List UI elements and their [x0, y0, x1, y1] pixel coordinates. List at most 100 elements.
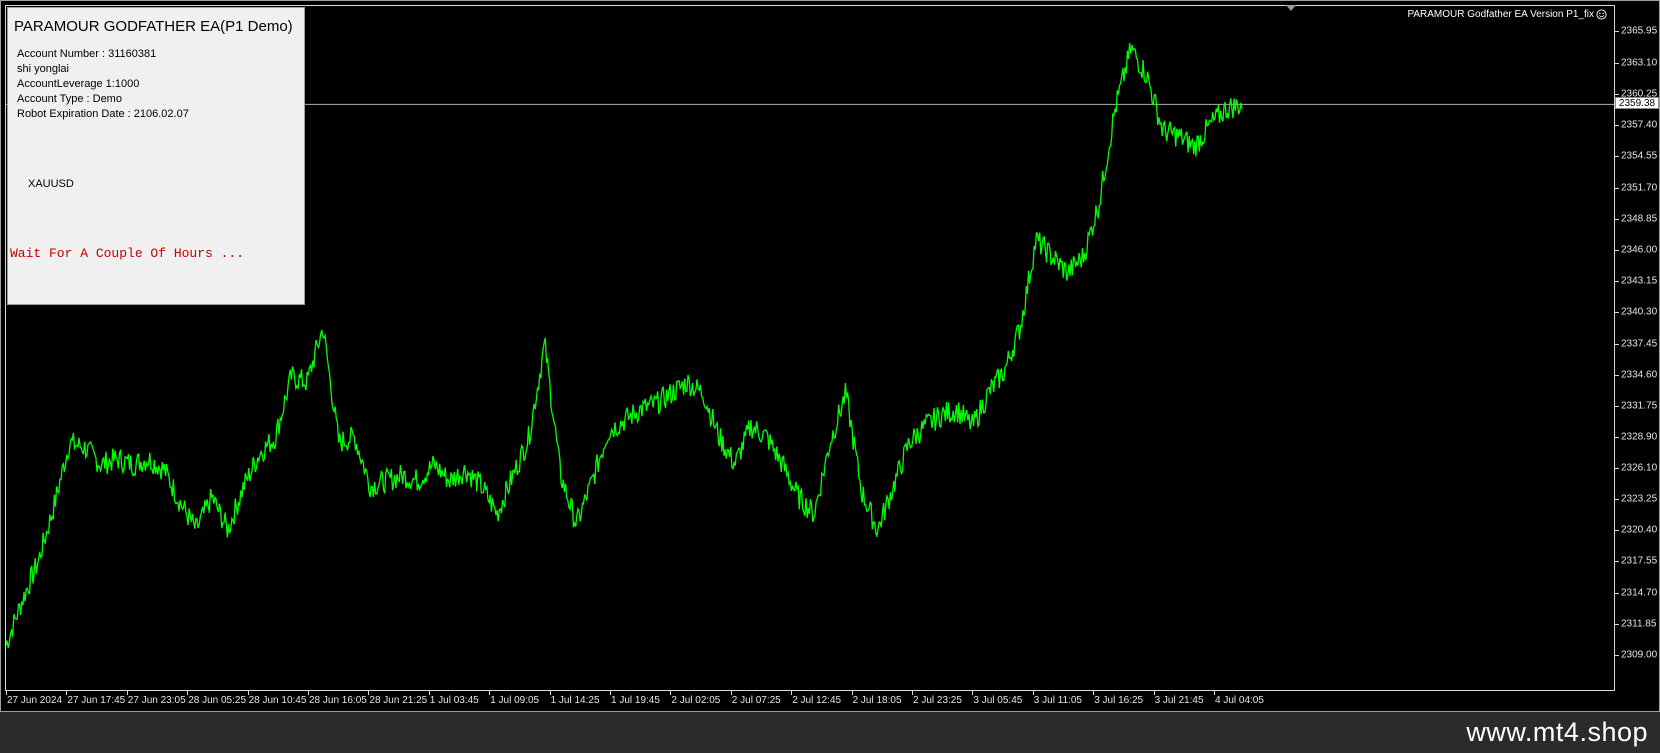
time-axis-label: 28 Jun 05:25	[188, 695, 247, 706]
time-axis-tick	[912, 691, 913, 695]
price-axis-label: 2340.30	[1621, 306, 1658, 318]
price-axis-tick	[1615, 655, 1619, 656]
price-axis-tick	[1615, 156, 1619, 158]
time-axis-tick	[1093, 691, 1095, 695]
time-axis-tick	[368, 691, 370, 695]
price-axis-tick	[1615, 281, 1619, 283]
price-axis-label: 2317.55	[1621, 555, 1658, 567]
price-axis-tick	[1615, 437, 1619, 439]
current-price-tag: 2359.38	[1615, 97, 1659, 110]
time-axis-tick	[1153, 691, 1155, 695]
time-axis-label: 28 Jun 10:45	[248, 695, 307, 706]
time-axis-tick	[247, 691, 249, 695]
time-axis-tick	[428, 691, 430, 695]
time-axis-label: 1 Jul 03:45	[429, 695, 479, 706]
time-axis-label: 27 Jun 17:45	[67, 695, 126, 706]
time-axis-label: 2 Jul 12:45	[792, 695, 842, 706]
time-axis-tick	[308, 691, 309, 695]
account-number-label: Account Number : 31160381	[17, 48, 157, 60]
watermark-bar: www.mt4.shop	[0, 712, 1660, 753]
price-axis-label: 2357.40	[1621, 119, 1658, 131]
time-axis-label: 4 Jul 04:05	[1215, 695, 1264, 706]
account-type-label: Account Type : Demo	[17, 93, 122, 105]
account-name-label: shi yonglai	[17, 63, 69, 75]
time-axis-label: 2 Jul 07:25	[731, 695, 781, 706]
price-axis-tick	[1615, 374, 1619, 376]
time-axis-tick	[1214, 691, 1215, 695]
time-axis-label: 27 Jun 23:05	[127, 695, 186, 706]
time-axis-tick	[730, 691, 732, 695]
price-axis-label: 2331.75	[1621, 400, 1658, 412]
price-axis-tick	[1615, 249, 1619, 251]
price-axis-tick	[1615, 561, 1619, 563]
time-axis-tick	[851, 691, 853, 695]
time-axis-tick	[126, 691, 128, 695]
time-axis-tick	[670, 691, 672, 695]
price-axis-tick	[1615, 93, 1619, 95]
time-axis-label: 1 Jul 14:25	[550, 695, 600, 706]
time-axis-label: 3 Jul 11:05	[1033, 695, 1082, 706]
time-axis-label: 27 Jun 2024	[7, 695, 63, 706]
time-axis-label: 1 Jul 09:05	[490, 695, 540, 706]
price-axis-label: 2365.95	[1621, 25, 1658, 37]
time-axis-tick	[972, 691, 974, 695]
time-axis-tick	[489, 691, 491, 695]
watermark-text: www.mt4.shop	[1466, 717, 1648, 747]
price-axis-tick	[1615, 312, 1619, 314]
price-axis-tick	[1615, 343, 1619, 345]
price-axis-tick	[1615, 405, 1619, 407]
chart-shift-marker-icon[interactable]	[1286, 5, 1296, 11]
price-axis-label: 2363.10	[1621, 57, 1658, 69]
time-axis-tick	[791, 691, 793, 695]
price-axis-tick	[1615, 498, 1619, 500]
expiration-date-label: Robot Expiration Date : 2106.02.07	[17, 108, 189, 120]
account-leverage-label: AccountLeverage 1:1000	[17, 78, 140, 90]
time-axis-tick	[187, 691, 189, 695]
price-axis-label: 2337.45	[1621, 338, 1658, 350]
price-axis-label: 2320.40	[1621, 524, 1658, 536]
price-axis-tick	[1615, 530, 1619, 532]
time-axis-label: 1 Jul 19:45	[611, 695, 660, 706]
symbol-label: XAUUSD	[28, 178, 74, 190]
time-axis-label: 28 Jun 21:25	[369, 695, 428, 706]
ea-version-label: PARAMOUR Godfather EA Version P1_fix	[1407, 9, 1607, 20]
time-axis-label: 3 Jul 05:45	[973, 695, 1023, 706]
time-axis-label: 2 Jul 18:05	[852, 695, 902, 706]
time-axis-label: 2 Jul 23:25	[913, 695, 962, 706]
price-axis-label: 2311.85	[1621, 618, 1657, 630]
time-axis-label: 3 Jul 16:25	[1094, 695, 1144, 706]
time-axis-tick	[66, 691, 68, 695]
price-axis-tick	[1615, 125, 1619, 127]
price-axis-tick	[1615, 218, 1619, 220]
price-axis-label: 2314.70	[1621, 587, 1658, 599]
price-axis-tick	[1615, 623, 1619, 625]
ea-version-text: PARAMOUR Godfather EA Version P1_fix	[1407, 9, 1594, 20]
ea-info-panel: PARAMOUR GODFATHER EA(P1 Demo) Account N…	[7, 7, 305, 305]
price-axis-tick	[1615, 31, 1619, 33]
price-axis-label: 2328.90	[1621, 431, 1658, 443]
time-axis[interactable]: 27 Jun 2024 27 Jun 17:45 27 Jun 23:05 28 Ju…	[5, 691, 1615, 711]
status-message: Wait For A Couple Of Hours ...	[10, 246, 245, 261]
time-axis-tick	[549, 691, 551, 695]
time-axis-tick	[6, 691, 7, 695]
price-axis-label: 2346.00	[1621, 244, 1658, 256]
price-axis-label: 2323.25	[1621, 493, 1658, 505]
panel-title: PARAMOUR GODFATHER EA(P1 Demo)	[14, 18, 293, 35]
time-axis-tick	[610, 691, 611, 695]
price-axis-label: 2351.70	[1621, 182, 1658, 193]
price-axis-label: 2354.55	[1621, 150, 1658, 162]
price-axis-tick	[1615, 62, 1619, 64]
price-axis-label: 2326.10	[1621, 462, 1658, 474]
chart-window[interactable]: PARAMOUR Godfather EA Version P1_fix 236…	[0, 0, 1660, 712]
price-axis-tick	[1615, 592, 1619, 594]
price-axis-label: 2348.85	[1621, 213, 1658, 225]
price-axis-tick	[1615, 467, 1619, 469]
time-axis-tick	[1032, 691, 1034, 695]
price-axis-label: 2334.60	[1621, 369, 1658, 381]
app-root: PARAMOUR Godfather EA Version P1_fix 236…	[0, 0, 1660, 753]
price-axis-tick	[1615, 187, 1619, 189]
time-axis-label: 2 Jul 02:05	[671, 695, 721, 706]
time-axis-label: 28 Jun 16:05	[309, 695, 367, 706]
price-axis-label: 2343.15	[1621, 275, 1658, 287]
price-axis-label: 2309.00	[1621, 649, 1658, 661]
